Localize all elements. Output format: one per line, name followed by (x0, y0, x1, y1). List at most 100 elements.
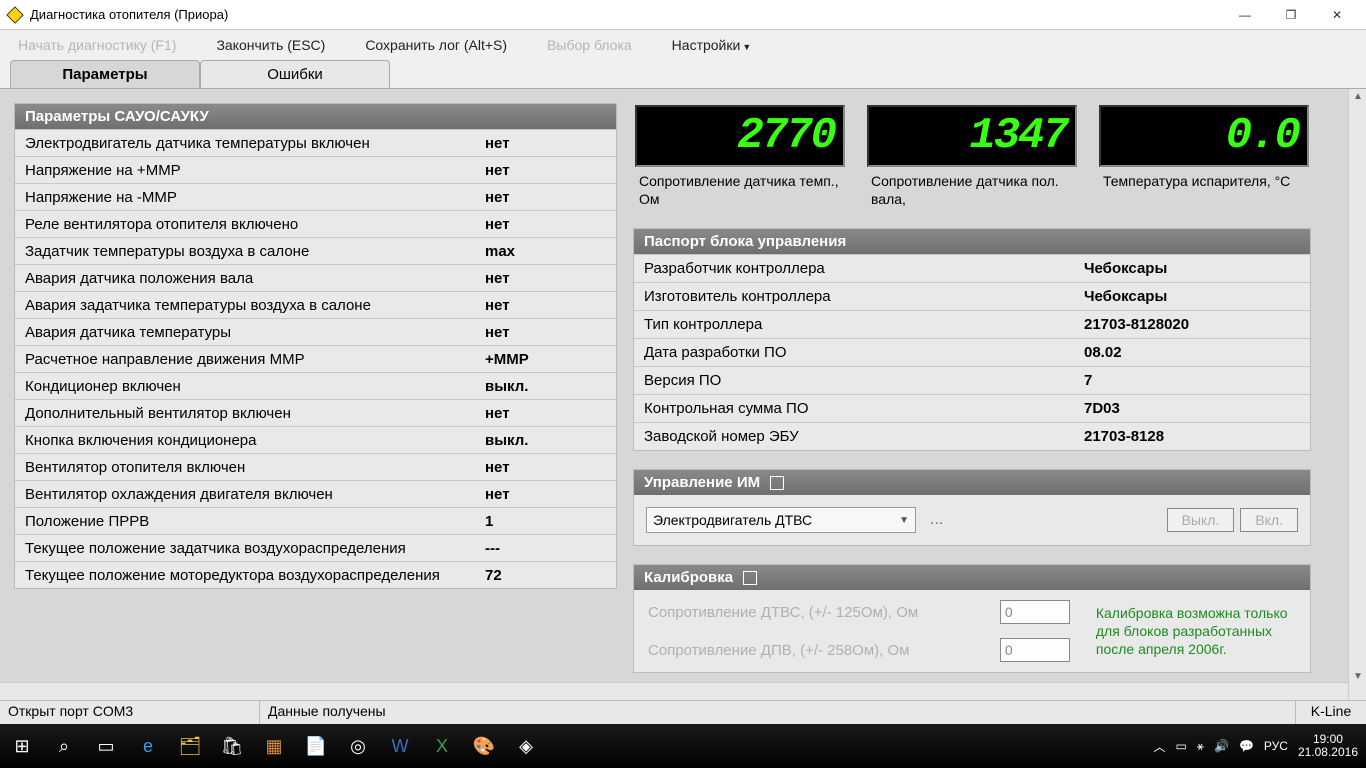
info-row: Изготовитель контроллераЧебоксары (634, 282, 1310, 310)
info-value: 7 (1084, 372, 1092, 389)
calibration-section: Калибровка Сопротивление ДТВС, (+/- 125О… (633, 564, 1311, 673)
param-label: Кнопка включения кондиционера (25, 432, 485, 449)
info-row: Разработчик контроллераЧебоксары (634, 254, 1310, 282)
vertical-scrollbar[interactable] (1348, 89, 1366, 700)
actuator-state: ... (930, 511, 943, 529)
notifications-icon[interactable]: 💬 (1239, 739, 1254, 753)
param-value: нет (485, 162, 510, 179)
param-value: нет (485, 189, 510, 206)
param-value: нет (485, 324, 510, 341)
param-row: Напряжение на +ММРнет (15, 156, 616, 183)
param-row: Вентилятор охлаждения двигателя включенн… (15, 480, 616, 507)
taskview-icon[interactable]: ▭ (88, 728, 124, 764)
params-header: Параметры САУО/САУКУ (15, 104, 616, 129)
actuator-select[interactable]: Электродвигатель ДТВС ▼ (646, 507, 916, 533)
info-row: Версия ПО7 (634, 366, 1310, 394)
calibration-input[interactable] (1000, 600, 1070, 624)
param-label: Напряжение на +ММР (25, 162, 485, 179)
wifi-icon[interactable]: ⚹ (1197, 739, 1204, 754)
clock[interactable]: 19:00 21.08.2016 (1298, 733, 1362, 759)
calibration-header: Калибровка (634, 565, 1310, 590)
actuator-check-icon (770, 476, 784, 490)
store-icon[interactable]: 🛍 (214, 728, 250, 764)
param-value: нет (485, 216, 510, 233)
search-icon[interactable]: ⌕ (46, 728, 82, 764)
taskbar-app-2[interactable]: 📄 (298, 728, 334, 764)
paint-icon[interactable]: 🎨 (466, 728, 502, 764)
param-label: Текущее положение моторедуктора воздухор… (25, 567, 485, 584)
calibration-input[interactable] (1000, 638, 1070, 662)
param-value: нет (485, 135, 510, 152)
param-label: Расчетное направление движения ММР (25, 351, 485, 368)
tab-parameters[interactable]: Параметры (10, 60, 200, 88)
info-value: 7D03 (1084, 400, 1120, 417)
horizontal-scrollbar[interactable] (0, 682, 1348, 700)
param-row: Электродвигатель датчика температуры вкл… (15, 129, 616, 156)
actuator-select-value: Электродвигатель ДТВС (653, 512, 812, 528)
param-row: Авария датчика температурынет (15, 318, 616, 345)
param-value: выкл. (485, 378, 528, 395)
statusbar: Открыт порт COM3 Данные получены K-Line (0, 700, 1366, 724)
menu-settings[interactable]: Настройки▼ (672, 37, 752, 53)
params-section: Параметры САУО/САУКУ Электродвигатель да… (14, 103, 617, 589)
gauge-caption: Температура испарителя, °С (1099, 167, 1309, 191)
info-value: Чебоксары (1084, 288, 1167, 305)
info-row: Заводской номер ЭБУ21703-8128 (634, 422, 1310, 450)
param-label: Электродвигатель датчика температуры вкл… (25, 135, 485, 152)
explorer-icon[interactable]: 🗂 (172, 728, 208, 764)
gauge: 1347Сопротивление датчика пол. вала, (867, 105, 1077, 208)
param-value: нет (485, 459, 510, 476)
param-label: Напряжение на -ММР (25, 189, 485, 206)
param-label: Реле вентилятора отопителя включено (25, 216, 485, 233)
minimize-button[interactable]: — (1222, 0, 1268, 30)
language-indicator[interactable]: РУС (1264, 739, 1288, 753)
info-label: Изготовитель контроллера (644, 288, 1084, 305)
maximize-button[interactable]: ❐ (1268, 0, 1314, 30)
param-label: Текущее положение задатчика воздухораспр… (25, 540, 485, 557)
param-value: нет (485, 270, 510, 287)
actuator-on-button[interactable]: Вкл. (1240, 508, 1298, 532)
menu-start-diagnostics[interactable]: Начать диагностику (F1) (18, 37, 176, 53)
app-icon (6, 6, 24, 24)
info-label: Версия ПО (644, 372, 1084, 389)
status-port: Открыт порт COM3 (0, 701, 260, 724)
gauge: 0.0Температура испарителя, °С (1099, 105, 1309, 208)
param-row: Расчетное направление движения ММР+ММР (15, 345, 616, 372)
info-value: Чебоксары (1084, 260, 1167, 277)
calibration-label: Сопротивление ДТВС, (+/- 125Ом), Ом (648, 604, 918, 621)
word-icon[interactable]: W (382, 728, 418, 764)
menu-stop[interactable]: Закончить (ESC) (216, 37, 325, 53)
info-value: 21703-8128020 (1084, 316, 1189, 333)
app-taskbar-icon[interactable]: ◈ (508, 728, 544, 764)
calibration-label: Сопротивление ДПВ, (+/- 258Ом), Ом (648, 642, 909, 659)
chevron-down-icon: ▼ (899, 515, 909, 526)
param-row: Текущее положение моторедуктора воздухор… (15, 561, 616, 588)
param-label: Авария датчика температуры (25, 324, 485, 341)
param-row: Реле вентилятора отопителя включенонет (15, 210, 616, 237)
gauge-lcd: 0.0 (1099, 105, 1309, 167)
info-row: Дата разработки ПО08.02 (634, 338, 1310, 366)
battery-icon[interactable]: ▭ (1175, 739, 1186, 753)
actuator-off-button[interactable]: Выкл. (1167, 508, 1235, 532)
info-label: Тип контроллера (644, 316, 1084, 333)
menu-block-select[interactable]: Выбор блока (547, 37, 632, 53)
param-row: Кондиционер включенвыкл. (15, 372, 616, 399)
gauge-lcd: 1347 (867, 105, 1077, 167)
actuator-section: Управление ИМ Электродвигатель ДТВС ▼ ..… (633, 469, 1311, 546)
info-value: 08.02 (1084, 344, 1122, 361)
calibration-row: Сопротивление ДТВС, (+/- 125Ом), Ом (648, 600, 1070, 624)
calibration-check-icon (743, 571, 757, 585)
chrome-icon[interactable]: ◎ (340, 728, 376, 764)
volume-icon[interactable]: 🔊 (1214, 739, 1229, 753)
edge-icon[interactable]: e (130, 728, 166, 764)
calibration-note: Калибровка возможна только для блоков ра… (1070, 600, 1296, 662)
tray-chevron-icon[interactable]: ︿ (1153, 738, 1165, 755)
menu-save-log[interactable]: Сохранить лог (Alt+S) (365, 37, 507, 53)
close-button[interactable]: ✕ (1314, 0, 1360, 30)
start-button[interactable]: ⊞ (4, 728, 40, 764)
tab-errors[interactable]: Ошибки (200, 60, 390, 88)
gauge-lcd: 2770 (635, 105, 845, 167)
excel-icon[interactable]: X (424, 728, 460, 764)
taskbar-app-1[interactable]: ▦ (256, 728, 292, 764)
titlebar: Диагностика отопителя (Приора) — ❐ ✕ (0, 0, 1366, 30)
